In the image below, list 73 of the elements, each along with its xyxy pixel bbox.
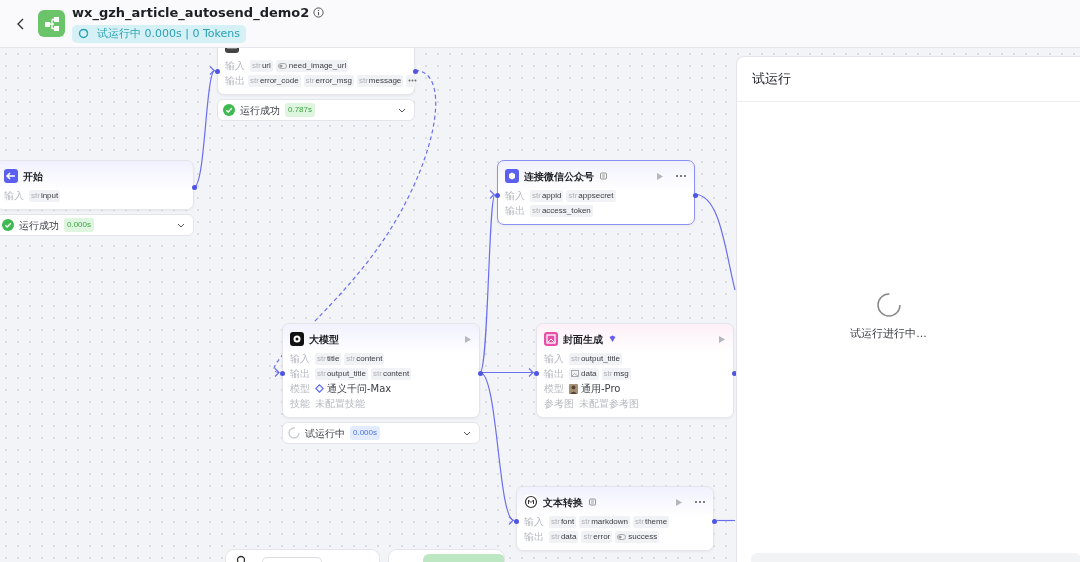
image-icon	[544, 332, 558, 346]
row-label: 输入	[4, 189, 25, 202]
param-tag: success	[615, 530, 660, 543]
toolbar-icon[interactable]	[236, 555, 246, 562]
run-status: 试运行中 0.000s | 0 Tokens	[72, 24, 246, 43]
node-title: 开始	[23, 169, 43, 184]
input-port	[495, 192, 500, 198]
workflow-icon	[43, 15, 60, 32]
chevron-icon[interactable]	[463, 430, 471, 436]
node-title: 连接微信公众号	[524, 169, 594, 184]
run-time: 0.787s	[285, 103, 316, 117]
node-title: 封面生成	[563, 332, 603, 347]
model-icon	[290, 332, 304, 346]
param-tag: data	[569, 367, 599, 380]
row-label: 输入	[505, 189, 526, 202]
row-label: 输入	[524, 515, 545, 528]
param-tag: strerror	[581, 530, 613, 543]
row-label: 输出	[505, 204, 526, 217]
run-status-label: 运行成功	[19, 218, 59, 233]
loading-message: 试运行进行中...	[850, 325, 927, 342]
row-label: 输出	[524, 530, 545, 543]
chevron-icon[interactable]	[398, 107, 406, 113]
row-label: 输入	[290, 352, 311, 365]
avatar-icon	[569, 383, 578, 394]
output-port	[192, 185, 197, 190]
row-label: 技能	[290, 397, 311, 410]
run-time: 0.000s	[350, 426, 381, 440]
row-label: 参考图	[544, 397, 575, 410]
more-icon[interactable]	[694, 500, 706, 504]
node-title: 文本转换	[543, 495, 583, 510]
toggle-icon	[617, 533, 627, 540]
more-icon[interactable]	[675, 174, 687, 178]
row-label: 输出	[290, 367, 311, 380]
input-port	[215, 68, 220, 74]
toggle-icon	[277, 62, 287, 69]
row-value: 通义千问-Max	[327, 382, 392, 395]
diamond-icon	[315, 384, 324, 393]
row-value: 通用-Pro	[581, 382, 621, 395]
row-label: 模型	[544, 382, 565, 395]
row-value: 未配置参考图	[579, 397, 639, 410]
node-title: 大模型	[309, 332, 339, 347]
arrow-icon	[4, 169, 18, 183]
back-icon[interactable]	[16, 17, 26, 30]
markdown-icon	[524, 495, 538, 509]
row-label: 输出	[544, 367, 565, 380]
input-port	[514, 518, 519, 524]
output-port	[478, 370, 483, 376]
row-value: 未配置技能	[315, 397, 365, 410]
param-tag: need_image_url	[275, 59, 349, 72]
output-port	[413, 68, 418, 74]
connector-line	[716, 519, 736, 522]
input-port	[280, 370, 285, 376]
run-time: 0.000s	[64, 218, 95, 232]
panel-title: 试运行	[751, 70, 792, 88]
param-tag: strappsecret	[566, 189, 616, 202]
run-status-label: 运行成功	[240, 103, 280, 118]
row-label: 输入	[544, 352, 565, 365]
workflow-title: wx_gzh_article_autosend_demo2	[72, 4, 310, 21]
info-icon[interactable]	[313, 7, 325, 18]
row-label: 输出	[225, 74, 245, 87]
cube-icon	[505, 169, 519, 183]
row-label: 输入	[225, 59, 246, 72]
output-port	[693, 192, 698, 198]
image-icon	[571, 370, 579, 377]
input-port	[534, 370, 539, 376]
run-status-label: 试运行中	[305, 426, 345, 441]
param-tag: str msg	[601, 367, 631, 380]
param-tag: str error_msg	[303, 74, 354, 87]
more-button[interactable]	[406, 74, 420, 87]
output-port	[712, 518, 717, 524]
row-label: 模型	[290, 382, 311, 395]
chevron-icon[interactable]	[177, 222, 185, 228]
more-icon	[408, 79, 418, 82]
